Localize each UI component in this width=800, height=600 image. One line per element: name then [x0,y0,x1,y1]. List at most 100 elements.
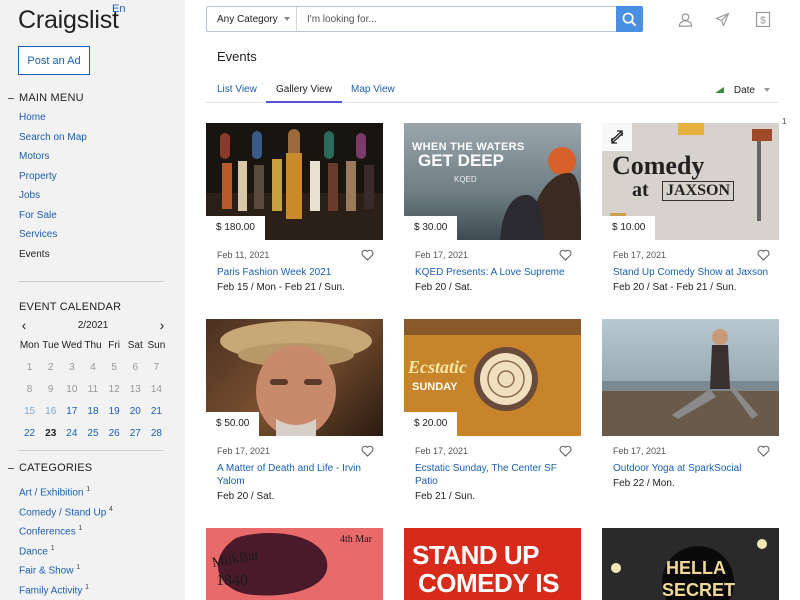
calendar-day[interactable]: 7 [146,361,167,383]
calendar-next-icon[interactable]: › [157,318,167,332]
menu-item-property[interactable]: Property [19,171,87,191]
event-image[interactable] [602,319,779,436]
tab-map-view[interactable]: Map View [351,82,395,103]
event-image[interactable]: $ 50.00 [206,319,383,436]
calendar-day[interactable]: 18 [82,405,103,427]
category-item[interactable]: Comedy / Stand Up 4 [19,504,113,524]
category-item[interactable]: Family Activity 1 [19,582,113,600]
price-tag: $ 50.00 [206,412,260,436]
price-tag: $ 20.00 [404,412,458,436]
collapse-dash-icon[interactable] [8,467,14,469]
event-title[interactable]: Ecstatic Sunday, The Center SF Patio [415,462,575,488]
calendar-day[interactable]: 6 [125,361,146,383]
category-item[interactable]: Conferences 1 [19,523,113,543]
event-title[interactable]: A Matter of Death and Life - Irvin Yalom [217,462,377,488]
category-item[interactable]: Fair & Show 1 [19,562,113,582]
menu-item-jobs[interactable]: Jobs [19,190,87,210]
calendar-header: ‹ 2/2021 › [19,318,167,332]
heart-icon[interactable] [757,445,770,457]
sidebar-divider [19,281,164,282]
heart-icon[interactable] [559,445,572,457]
calendar-day-today[interactable]: 23 [40,427,61,449]
event-card[interactable]: Feb 17, 2021 Outdoor Yoga at SparkSocial… [602,319,779,489]
calendar-day[interactable]: 11 [82,383,103,405]
heart-icon[interactable] [361,249,374,261]
calendar-day[interactable]: 17 [61,405,82,427]
calendar-day[interactable]: 14 [146,383,167,405]
event-image[interactable]: MilkBar 1840 4th Mar [206,528,383,600]
calendar-day[interactable]: 27 [125,427,146,449]
menu-item-events[interactable]: Events [19,249,87,269]
send-icon[interactable] [713,10,731,28]
heart-icon[interactable] [361,445,374,457]
event-title[interactable]: KQED Presents: A Love Supreme [415,266,575,279]
posted-date: Feb 11, 2021 [217,250,270,260]
menu-item-services[interactable]: Services [19,229,87,249]
search-bar: Any Category [206,6,643,32]
categories-heading: CATEGORIES [8,462,92,474]
event-title[interactable]: Outdoor Yoga at SparkSocial [613,462,773,475]
event-title[interactable]: Paris Fashion Week 2021 [217,266,377,279]
heart-icon[interactable] [559,249,572,261]
calendar-day[interactable]: 20 [125,405,146,427]
category-item[interactable]: Art / Exhibition 1 [19,484,113,504]
menu-item-search-on-map[interactable]: Search on Map [19,132,87,152]
sort-select[interactable]: Date [714,82,770,98]
event-card[interactable]: MilkBar 1840 4th Mar [206,528,383,600]
event-card[interactable]: WHEN THE WATERS GET DEEP KQED $ 30.00 Fe… [404,123,581,293]
menu-item-for-sale[interactable]: For Sale [19,210,87,230]
calendar-day[interactable]: 24 [61,427,82,449]
calendar-day[interactable]: 10 [61,383,82,405]
category-item[interactable]: Dance 1 [19,543,113,563]
event-card[interactable]: STAND UP COMEDY IS [404,528,581,600]
calendar-day[interactable]: 4 [82,361,103,383]
calendar-day[interactable]: 8 [19,383,40,405]
collapse-dash-icon[interactable] [8,97,14,99]
user-account-icon[interactable] [676,10,694,28]
calendar-day[interactable]: 5 [104,361,125,383]
search-input[interactable] [297,7,616,31]
calendar-day[interactable]: 12 [104,383,125,405]
calendar-day[interactable]: 26 [104,427,125,449]
posted-date: Feb 17, 2021 [613,446,667,456]
event-card[interactable]: HELLA SECRET [602,528,779,600]
event-image[interactable]: STAND UP COMEDY IS [404,528,581,600]
post-ad-button[interactable]: Post an Ad [18,46,90,75]
event-image[interactable]: Comedy at JAXSON $ 10.00 [602,123,779,240]
event-card[interactable]: Comedy at JAXSON $ 10.00 Feb 17, 2021 St… [602,123,779,293]
tab-list-view[interactable]: List View [217,82,257,103]
calendar-day[interactable]: 22 [19,427,40,449]
category-select[interactable]: Any Category [207,7,297,31]
dollar-listing-icon[interactable]: $ [754,10,772,28]
calendar-day[interactable]: 9 [40,383,61,405]
event-title[interactable]: Stand Up Comedy Show at Jaxson [613,266,773,279]
event-image[interactable]: $ 180.00 [206,123,383,240]
calendar-day[interactable]: 21 [146,405,167,427]
site-logo[interactable]: Craigslist [18,6,119,35]
calendar-prev-icon[interactable]: ‹ [19,318,29,332]
main-menu-heading: MAIN MENU [8,92,84,104]
calendar-day[interactable]: 15 [19,405,40,427]
search-button[interactable] [616,6,643,32]
calendar-day[interactable]: 2 [40,361,61,383]
menu-item-home[interactable]: Home [19,112,87,132]
event-card[interactable]: Ecstatic SUNDAY $ 20.00 Feb 17, 2021 Ecs… [404,319,581,502]
calendar-day[interactable]: 28 [146,427,167,449]
event-image[interactable]: WHEN THE WATERS GET DEEP KQED $ 30.00 [404,123,581,240]
menu-item-motors[interactable]: Motors [19,151,87,171]
language-switch[interactable]: En [112,3,125,15]
calendar-day[interactable]: 25 [82,427,103,449]
calendar-day[interactable]: 1 [19,361,40,383]
heart-icon[interactable] [757,249,770,261]
event-card[interactable]: $ 50.00 Feb 17, 2021 A Matter of Death a… [206,319,383,502]
calendar-day[interactable]: 16 [40,405,61,427]
tab-gallery-view[interactable]: Gallery View [266,82,342,103]
event-image[interactable]: HELLA SECRET [602,528,779,600]
calendar-day[interactable]: 3 [61,361,82,383]
event-image[interactable]: Ecstatic SUNDAY $ 20.00 [404,319,581,436]
chevron-down-icon [283,17,290,21]
calendar-day[interactable]: 19 [104,405,125,427]
calendar-day[interactable]: 13 [125,383,146,405]
event-card[interactable]: $ 180.00 Feb 11, 2021 Paris Fashion Week… [206,123,383,293]
weekday-tue: Tue [42,340,60,351]
